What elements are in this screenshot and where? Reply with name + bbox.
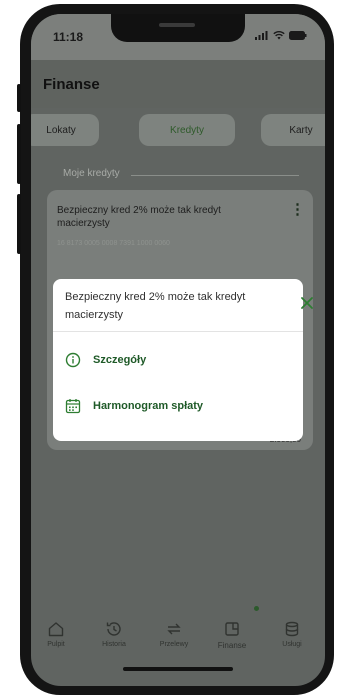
close-button[interactable] xyxy=(295,291,319,315)
nav-pulpit[interactable]: Pulpit xyxy=(31,620,81,648)
nav-historia-label: Historia xyxy=(102,641,126,648)
phone-screen: 11:18 Finanse Lokaty Kredyty Karty Moje … xyxy=(31,14,325,686)
close-icon xyxy=(301,297,313,309)
battery-icon xyxy=(289,31,307,40)
credit-title: Bezpieczny kred 2% może tak kredyt macie… xyxy=(57,205,221,229)
section-label: Moje kredyty xyxy=(63,168,120,179)
services-icon xyxy=(285,621,299,637)
option-repayment-schedule[interactable]: Harmonogram spłaty xyxy=(65,393,203,419)
nav-finanse-label: Finanse xyxy=(217,641,247,650)
nav-pulpit-label: Pulpit xyxy=(47,641,65,648)
nav-przelewy-label: Przelewy xyxy=(159,641,189,648)
history-icon xyxy=(106,622,121,636)
wifi-icon xyxy=(273,31,285,40)
nav-finanse[interactable]: Finanse xyxy=(207,620,257,650)
bottom-navigation: Pulpit Historia Przelewy Finanse Usługi xyxy=(31,614,325,664)
signal-icon xyxy=(255,31,268,40)
home-icon xyxy=(48,622,64,637)
option-details-label: Szczegóły xyxy=(93,354,147,366)
status-icons xyxy=(255,31,307,40)
info-icon xyxy=(65,352,81,368)
section-divider xyxy=(131,175,299,176)
option-details[interactable]: Szczegóły xyxy=(65,347,146,373)
account-number: 16 8173 0005 0008 7391 1000 0060 xyxy=(57,240,170,247)
volume-up-button xyxy=(17,124,21,184)
nav-uslugi-label: Usługi xyxy=(282,641,302,648)
status-time: 11:18 xyxy=(53,30,84,44)
option-repayment-schedule-label: Harmonogram spłaty xyxy=(93,400,204,412)
tab-karty[interactable]: Karty xyxy=(261,114,325,146)
dialog-title: Bezpieczny kred 2% może tak kredyt macie… xyxy=(65,291,246,321)
active-tab-indicator xyxy=(254,606,259,611)
dialog-divider xyxy=(53,331,303,332)
tab-kredyty[interactable]: Kredyty xyxy=(139,114,235,146)
page-header: Finanse xyxy=(31,60,325,108)
nav-przelewy[interactable]: Przelewy xyxy=(149,620,199,648)
nav-uslugi[interactable]: Usługi xyxy=(267,620,317,648)
more-options-icon[interactable]: ⋮ xyxy=(290,200,305,218)
nav-historia[interactable]: Historia xyxy=(89,620,139,648)
calendar-icon xyxy=(65,399,81,414)
tab-lokaty[interactable]: Lokaty xyxy=(31,114,99,146)
mute-switch xyxy=(17,84,21,112)
home-indicator xyxy=(123,667,233,671)
notch xyxy=(111,14,245,42)
options-dialog: Bezpieczny kred 2% może tak kredyt macie… xyxy=(53,279,313,441)
volume-down-button xyxy=(17,194,21,254)
page-title: Finanse xyxy=(43,76,100,93)
transfer-icon xyxy=(167,623,181,635)
finance-icon xyxy=(225,622,239,636)
